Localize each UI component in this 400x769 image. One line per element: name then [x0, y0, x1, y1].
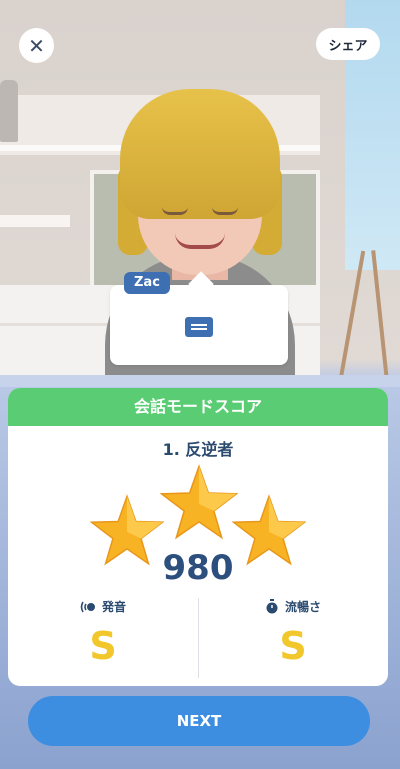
floor: [0, 375, 400, 387]
total-score: 980: [162, 548, 234, 588]
level-title: 1. 反逆者: [162, 440, 234, 459]
metric-fluency: 流暢さ S: [198, 598, 388, 665]
next-button[interactable]: NEXT: [28, 696, 370, 746]
score-card-header: 会話モードスコア: [8, 388, 388, 426]
star-icon: [160, 464, 238, 540]
lower-shelf: [0, 215, 70, 227]
share-button[interactable]: シェア: [316, 28, 380, 60]
metric-label: 発音: [101, 600, 126, 614]
close-icon: ✕: [28, 33, 45, 58]
stopwatch-icon: [266, 599, 278, 614]
speaker-name-tag: Zac: [124, 272, 170, 294]
metric-grade: S: [279, 624, 307, 668]
pronunciation-icon: [80, 601, 95, 612]
metric-label: 流暢さ: [284, 600, 321, 614]
message-icon: [185, 317, 213, 337]
close-button[interactable]: ✕: [19, 28, 54, 63]
score-card: 会話モードスコア 1. 反逆者 980 発音 S 流暢さ S: [8, 388, 388, 686]
speech-bubble[interactable]: [110, 271, 288, 365]
vase: [0, 80, 18, 142]
metric-pronunciation: 発音 S: [8, 598, 198, 665]
metric-grade: S: [89, 624, 117, 668]
